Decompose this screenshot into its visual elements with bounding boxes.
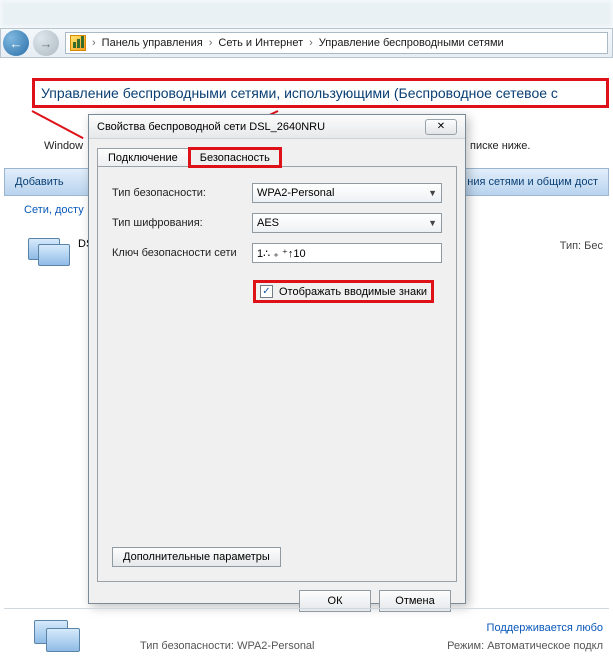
chevron-down-icon: ▼	[428, 218, 437, 228]
chevron-down-icon: ▼	[428, 188, 437, 198]
description-text: писке ниже.	[470, 140, 530, 152]
dialog-title: Свойства беспроводной сети DSL_2640NRU	[97, 121, 425, 133]
chevron-right-icon: ›	[90, 37, 98, 49]
security-key-value: 1∴ ₊ ⁺↑10	[257, 247, 306, 260]
network-icon	[28, 234, 72, 270]
add-button[interactable]: Добавить	[15, 176, 64, 188]
close-button[interactable]: ✕	[425, 119, 457, 135]
available-networks-link[interactable]: Сети, досту	[24, 204, 84, 216]
encryption-label: Тип шифрования:	[112, 217, 252, 229]
description-text: Window	[44, 140, 83, 152]
crumb-net-internet[interactable]: Сеть и Интернет	[214, 37, 307, 49]
address-bar: ← → › Панель управления › Сеть и Интерне…	[0, 28, 613, 58]
security-key-input[interactable]: 1∴ ₊ ⁺↑10	[252, 243, 442, 263]
show-characters-row: ✓ Отображать вводимые знаки	[256, 283, 431, 300]
network-icon	[34, 620, 82, 656]
dialog-titlebar[interactable]: Свойства беспроводной сети DSL_2640NRU ✕	[89, 115, 465, 139]
network-type-label: Тип: Бес	[560, 240, 603, 252]
back-button[interactable]: ←	[3, 30, 29, 56]
status-supports: Поддерживается любо	[487, 622, 603, 634]
security-type-select[interactable]: WPA2-Personal ▼	[252, 183, 442, 203]
encryption-select[interactable]: AES ▼	[252, 213, 442, 233]
properties-dialog: Свойства беспроводной сети DSL_2640NRU ✕…	[88, 114, 466, 604]
breadcrumb[interactable]: › Панель управления › Сеть и Интернет › …	[65, 32, 608, 54]
crumb-control-panel[interactable]: Панель управления	[98, 37, 207, 49]
annotation-line	[32, 110, 84, 139]
wifi-icon	[70, 35, 86, 51]
advanced-button[interactable]: Дополнительные параметры	[112, 547, 281, 567]
show-characters-checkbox[interactable]: ✓	[260, 285, 273, 298]
crumb-wireless-mgmt[interactable]: Управление беспроводными сетями	[315, 37, 508, 49]
status-mode: Режим: Автоматическое подкл	[447, 640, 603, 652]
show-characters-label: Отображать вводимые знаки	[279, 286, 427, 298]
security-type-value: WPA2-Personal	[257, 187, 334, 199]
encryption-value: AES	[257, 217, 279, 229]
forward-button[interactable]: →	[33, 30, 59, 56]
chevron-right-icon: ›	[307, 37, 315, 49]
separator	[4, 608, 609, 609]
chevron-right-icon: ›	[207, 37, 215, 49]
security-type-label: Тип безопасности:	[112, 187, 252, 199]
page-title: Управление беспроводными сетями, использ…	[32, 78, 609, 108]
status-security: Тип безопасности: WPA2-Personal	[140, 640, 315, 652]
security-key-label: Ключ безопасности сети	[112, 247, 252, 259]
tab-connection[interactable]: Подключение	[97, 148, 189, 167]
sharing-button[interactable]: ния сетями и общим дост	[467, 176, 598, 188]
tab-panel-security: Тип безопасности: WPA2-Personal ▼ Тип ши…	[97, 166, 457, 582]
page-title-text: Управление беспроводными сетями, использ…	[41, 85, 558, 101]
tab-security[interactable]: Безопасность	[189, 148, 281, 167]
